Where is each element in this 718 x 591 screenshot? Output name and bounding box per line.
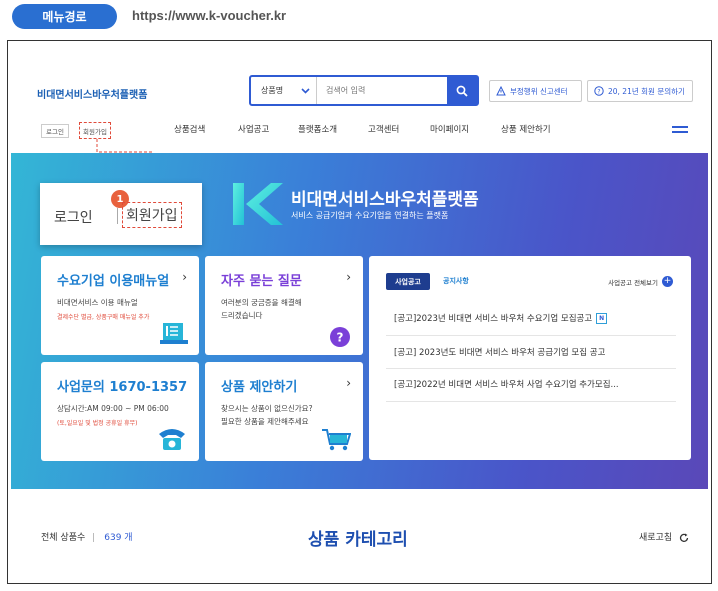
login-join-callout: 로그인 1 회원가입 [40, 183, 202, 245]
total-products-label: 전체 상품수 [41, 533, 86, 543]
proposal-card-title: 상품 제안하기 [221, 380, 298, 395]
total-products-count: 639 개 [104, 533, 133, 543]
join-link[interactable]: 회원가입 [79, 122, 111, 139]
site-logo[interactable]: 비대면서비스바우처플랫폼 [37, 86, 147, 101]
contact-card-prefix: 사업문의 [57, 380, 110, 395]
notice-row[interactable]: [공고]2022년 비대면 서비스 바우처 사업 수요기업 추가모집... [394, 378, 674, 390]
page: 비대면서비스바우처플랫폼 상품명 부정행위 신고센터 ? 20, 21년 회원 … [11, 44, 708, 580]
proposal-card-line2: 필요한 상품을 제안해주세요 [221, 417, 309, 426]
chevron-right-icon: › [346, 376, 351, 390]
proposal-card-line1: 찾으시는 상품이 없으신가요? [221, 404, 313, 413]
manual-card[interactable]: 수요기업 이용매뉴얼 › 비대면서비스 이용 매뉴얼 결제수단 별급, 상품구매… [41, 256, 199, 355]
search-input[interactable] [317, 77, 447, 104]
telephone-icon [159, 429, 185, 450]
login-link[interactable]: 로그인 [41, 124, 69, 138]
chevron-down-icon [301, 87, 310, 94]
report-center-label: 부정행위 신고센터 [510, 86, 568, 96]
shopping-cart-icon [322, 429, 351, 451]
divider [386, 368, 676, 369]
site-url: https://www.k-voucher.kr [132, 8, 287, 23]
nav-item-business-notice[interactable]: 사업공고 [238, 123, 269, 135]
question-circle-icon: ? [594, 86, 604, 96]
member-inquiry-button[interactable]: ? 20, 21년 회원 문의하기 [587, 80, 693, 102]
callout-login-link[interactable]: 로그인 [54, 207, 93, 227]
document-icon [160, 323, 188, 344]
contact-hours: 상담시간:AM 09:00 ~ PM 06:00 [57, 404, 169, 413]
chevron-right-icon: › [182, 270, 187, 284]
nav-item-product-proposal[interactable]: 상품 제안하기 [501, 123, 551, 135]
tab-business-notice[interactable]: 사업공고 [386, 273, 430, 290]
refresh-label: 새로고침 [639, 533, 673, 543]
chevron-right-icon: › [346, 270, 351, 284]
plus-icon: + [662, 276, 673, 287]
notice-panel: 사업공고 공지사항 사업공고 전체보기 + [공고]2023년 비대면 서비스 … [369, 256, 691, 460]
manual-card-note: 결제수단 별급, 상품구매 매뉴얼 추가 [57, 314, 150, 321]
hero-subtitle: 서비스 공급기업과 수요기업을 연결하는 플랫폼 [291, 211, 449, 220]
product-proposal-card[interactable]: 상품 제안하기 › 찾으시는 상품이 없으신가요? 필요한 상품을 제안해주세요 [205, 362, 363, 461]
contact-card-title: 사업문의 1670-1357 [57, 376, 187, 395]
callout-divider [117, 208, 118, 224]
refresh-icon [679, 533, 689, 542]
svg-text:?: ? [597, 88, 600, 95]
view-all-link[interactable]: 사업공고 전체보기 + [608, 276, 673, 287]
search-button[interactable] [447, 77, 477, 104]
notice-row[interactable]: [공고] 2023년도 비대면 서비스 바우처 공급기업 모집 공고 [394, 346, 674, 358]
k-logo-icon [233, 183, 283, 225]
alert-icon [496, 86, 506, 96]
contact-note: (토,일요일 및 법정 공휴일 휴무) [57, 420, 138, 427]
faq-card[interactable]: 자주 묻는 질문 › 여러분의 궁금증을 해결해 드리겠습니다 ? [205, 256, 363, 355]
view-all-label: 사업공고 전체보기 [608, 278, 658, 287]
hero-title: 비대면서비스바우처플랫폼 [291, 190, 479, 210]
nav-item-customer-center[interactable]: 고객센터 [368, 123, 399, 135]
refresh-button[interactable]: 새로고침 [639, 530, 689, 543]
nav-item-mypage[interactable]: 마이페이지 [430, 123, 469, 135]
menu-path-bar: 메뉴경로 https://www.k-voucher.kr [0, 0, 718, 34]
question-bubble-icon: ? [330, 327, 350, 347]
nav-item-platform-intro[interactable]: 플랫폼소개 [298, 123, 337, 135]
report-center-button[interactable]: 부정행위 신고센터 [489, 80, 582, 102]
new-badge: N [596, 313, 608, 324]
svg-text:?: ? [337, 331, 344, 345]
divider [93, 533, 95, 542]
divider [386, 335, 676, 336]
member-inquiry-label: 20, 21년 회원 문의하기 [608, 86, 685, 96]
divider [386, 401, 676, 402]
search-icon [456, 85, 468, 97]
search-category-label: 상품명 [261, 86, 284, 95]
contact-phone: 1670-1357 [109, 380, 188, 395]
screenshot-frame: 비대면서비스바우처플랫폼 상품명 부정행위 신고센터 ? 20, 21년 회원 … [7, 40, 712, 584]
menu-icon[interactable] [672, 126, 688, 136]
search-category-select[interactable]: 상품명 [251, 77, 317, 104]
menu-path-label: 메뉴경로 [12, 4, 117, 29]
manual-card-line1: 비대면서비스 이용 매뉴얼 [57, 298, 138, 307]
faq-card-line2: 드리겠습니다 [221, 311, 263, 320]
category-title: 상품 카테고리 [308, 530, 408, 550]
nav-item-product-search[interactable]: 상품검색 [174, 123, 205, 135]
faq-card-title: 자주 묻는 질문 [221, 274, 302, 289]
faq-card-line1: 여러분의 궁금증을 해결해 [221, 298, 302, 307]
manual-card-title: 수요기업 이용매뉴얼 [57, 274, 170, 289]
notice-row[interactable]: [공고]2023년 비대면 서비스 바우처 수요기업 모집공고 N [394, 312, 674, 324]
callout-join-link[interactable]: 회원가입 [122, 202, 182, 228]
total-products: 전체 상품수 639 개 [41, 530, 133, 543]
notice-row-title: [공고]2023년 비대면 서비스 바우처 수요기업 모집공고 [394, 314, 593, 324]
search-bar: 상품명 [249, 75, 479, 106]
tab-announcements[interactable]: 공지사항 [443, 276, 469, 286]
contact-card: 사업문의 1670-1357 상담시간:AM 09:00 ~ PM 06:00 … [41, 362, 199, 461]
